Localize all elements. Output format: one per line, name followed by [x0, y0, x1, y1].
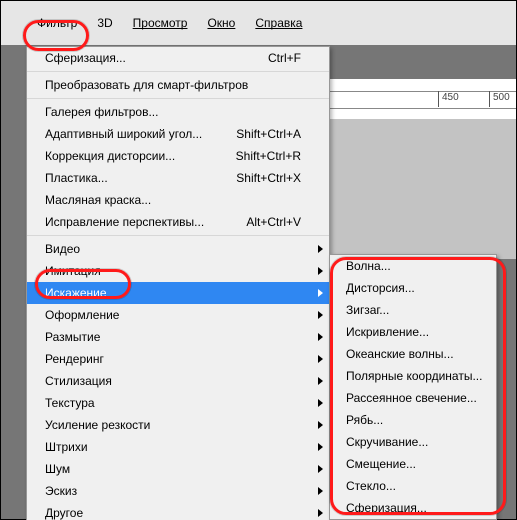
submenu-zigzag[interactable]: Зигзаг... [330, 299, 496, 321]
menu-shortcut: Ctrl+F [268, 47, 301, 69]
menu-view[interactable]: Просмотр [125, 12, 196, 34]
menu-item-label: Размытие [45, 330, 100, 344]
menu-filter[interactable]: Фильтр [29, 12, 85, 34]
menu-item-label: Галерея фильтров... [45, 105, 158, 119]
canvas-bg [329, 119, 516, 259]
menu-item-label: Видео [45, 242, 80, 256]
submenu-displace2[interactable]: Смещение... [330, 453, 496, 475]
submenu-ripple[interactable]: Рябь... [330, 409, 496, 431]
menu-oil-paint[interactable]: Масляная краска... [27, 189, 329, 211]
menu-item-label: Исправление перспективы... [45, 215, 204, 229]
submenu-shear[interactable]: Искривление... [330, 321, 496, 343]
menu-blur[interactable]: Размытие [27, 326, 329, 348]
menu-shortcut: Alt+Ctrl+V [246, 211, 301, 233]
menu-distort[interactable]: Искажение [27, 282, 329, 304]
menu-sketch[interactable]: Эскиз [27, 480, 329, 502]
chevron-right-icon [318, 355, 323, 363]
menu-item-label: Преобразовать для смарт-фильтров [45, 78, 248, 92]
menu-video[interactable]: Видео [27, 238, 329, 260]
chevron-right-icon [318, 443, 323, 451]
menu-item-label: Масляная краска... [45, 193, 151, 207]
menu-shortcut: Shift+Ctrl+X [236, 167, 301, 189]
submenu-spherize[interactable]: Сферизация... [330, 497, 496, 519]
menu-3d[interactable]: 3D [89, 12, 120, 34]
chevron-right-icon [318, 333, 323, 341]
menu-item-label: Рендеринг [45, 352, 104, 366]
menu-repeat-last[interactable]: Сферизация... Ctrl+F [27, 47, 329, 69]
menu-brush-strokes[interactable]: Штрихи [27, 436, 329, 458]
menu-item-label: Адаптивный широкий угол... [45, 127, 202, 141]
menu-lens-correction[interactable]: Коррекция дисторсии... Shift+Ctrl+R [27, 145, 329, 167]
menu-noise[interactable]: Шум [27, 458, 329, 480]
menu-item-label: Сферизация... [45, 51, 126, 65]
menu-item-label: Пластика... [45, 171, 108, 185]
submenu-polar[interactable]: Полярные координаты... [330, 365, 496, 387]
separator [27, 71, 329, 72]
menu-item-label: Шум [45, 462, 70, 476]
menu-help[interactable]: Справка [247, 12, 310, 34]
menu-render[interactable]: Рендеринг [27, 348, 329, 370]
ruler: 450 500 [329, 79, 516, 119]
menu-item-label: Стилизация [45, 374, 112, 388]
chevron-right-icon [318, 421, 323, 429]
separator [27, 98, 329, 99]
menu-item-label: Усиление резкости [45, 418, 150, 432]
menu-texture[interactable]: Текстура [27, 392, 329, 414]
menu-vanishing-point[interactable]: Исправление перспективы... Alt+Ctrl+V [27, 211, 329, 233]
distort-submenu: Волна... Дисторсия... Зигзаг... Искривле… [329, 254, 497, 520]
menu-shortcut: Shift+Ctrl+A [236, 123, 301, 145]
submenu-displace[interactable]: Дисторсия... [330, 277, 496, 299]
chevron-right-icon [318, 399, 323, 407]
menu-adaptive-wide[interactable]: Адаптивный широкий угол... Shift+Ctrl+A [27, 123, 329, 145]
ruler-label: 450 [442, 92, 459, 103]
menu-item-label: Коррекция дисторсии... [45, 149, 175, 163]
chevron-right-icon [318, 311, 323, 319]
menu-other[interactable]: Другое [27, 502, 329, 520]
chevron-right-icon [318, 465, 323, 473]
filter-menu: Сферизация... Ctrl+F Преобразовать для с… [26, 46, 330, 520]
menu-filter-gallery[interactable]: Галерея фильтров... [27, 101, 329, 123]
menu-item-label: Оформление [45, 308, 119, 322]
menu-item-label: Эскиз [45, 484, 77, 498]
menu-window[interactable]: Окно [199, 12, 243, 34]
submenu-ocean-ripple[interactable]: Океанские волны... [330, 343, 496, 365]
menu-liquify[interactable]: Пластика... Shift+Ctrl+X [27, 167, 329, 189]
menubar: Фильтр 3D Просмотр Окно Справка [1, 1, 516, 45]
chevron-right-icon [318, 487, 323, 495]
menu-item-label: Текстура [45, 396, 95, 410]
submenu-glass[interactable]: Стекло... [330, 475, 496, 497]
menu-stylize[interactable]: Стилизация [27, 370, 329, 392]
submenu-diffuse-glow[interactable]: Рассеянное свечение... [330, 387, 496, 409]
menu-item-label: Штрихи [45, 440, 88, 454]
chevron-right-icon [318, 509, 323, 517]
menu-shortcut: Shift+Ctrl+R [236, 145, 301, 167]
chevron-right-icon [318, 267, 323, 275]
menu-sharpen[interactable]: Усиление резкости [27, 414, 329, 436]
submenu-wave[interactable]: Волна... [330, 255, 496, 277]
menu-item-label: Искажение [45, 286, 107, 300]
chevron-right-icon [318, 245, 323, 253]
chevron-right-icon [318, 289, 323, 297]
chevron-right-icon [318, 377, 323, 385]
submenu-twirl[interactable]: Скручивание... [330, 431, 496, 453]
menu-smart-filters[interactable]: Преобразовать для смарт-фильтров [27, 74, 329, 96]
menu-item-label: Имитация [45, 264, 101, 278]
separator [27, 235, 329, 236]
menu-item-label: Другое [45, 506, 83, 520]
ruler-label: 500 [493, 92, 510, 103]
menu-pixelate[interactable]: Оформление [27, 304, 329, 326]
menu-artistic[interactable]: Имитация [27, 260, 329, 282]
